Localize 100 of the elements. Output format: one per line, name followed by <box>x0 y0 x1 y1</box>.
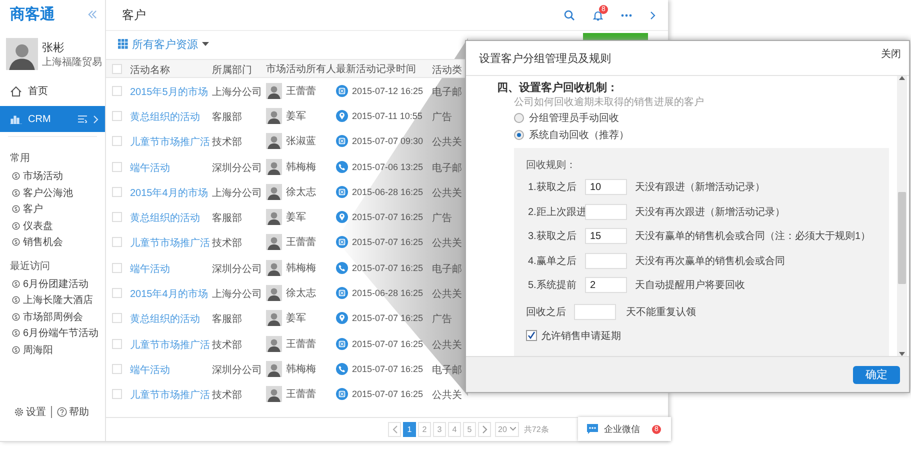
rule-label: 4.赢单之后 <box>527 254 578 268</box>
avatar-icon <box>266 310 282 326</box>
search-icon[interactable] <box>564 10 575 20</box>
sidebar-link[interactable]: 客户 <box>23 202 43 216</box>
sidebar-link[interactable]: 6月份端午节活动 <box>23 326 99 340</box>
sidebar-link[interactable]: 销售机会 <box>23 235 63 250</box>
avatar-icon <box>266 108 282 124</box>
table-cell: 2015-07-07 16:25 <box>352 364 424 374</box>
page-title: 客户 <box>122 6 147 24</box>
checkbox-label[interactable]: 允许销售申请延期 <box>541 328 621 342</box>
table-cell: 公共关 <box>432 289 462 300</box>
table-cell: 公共关 <box>432 340 462 351</box>
collapse-icon[interactable] <box>88 10 97 18</box>
bell-icon[interactable] <box>593 10 603 20</box>
table-cell-text: 姜军 <box>286 312 306 326</box>
table-cell: 2015-07-06 13:25 <box>352 162 424 172</box>
chevron-right-icon[interactable] <box>482 424 488 434</box>
hint-text: 公司如何回收逾期未取得的销售进展的客户 <box>513 96 705 109</box>
table-cell: 技术部 <box>212 390 242 402</box>
table-cell: 2015-07-07 16:25 <box>352 389 424 400</box>
avatar-icon <box>266 336 282 352</box>
radio-button[interactable] <box>514 112 524 122</box>
list-icon[interactable] <box>78 115 87 123</box>
column-header[interactable]: 所属部门 <box>212 64 252 76</box>
input-field[interactable]: 15 <box>585 228 627 244</box>
column-header[interactable]: 活动类 <box>432 64 462 76</box>
more-icon[interactable] <box>621 14 632 16</box>
rule-description: 天没有再次跟进（新增活动记录） <box>635 206 785 219</box>
footer-link[interactable]: 帮助 <box>69 405 89 419</box>
phone-icon <box>336 362 348 375</box>
avatar-icon <box>266 260 282 276</box>
chat-label[interactable]: 企业微信 <box>604 422 646 436</box>
table-cell-text: 韩梅梅 <box>286 362 316 376</box>
prev-page-button[interactable] <box>388 422 401 437</box>
section-title: 常用 <box>9 152 31 166</box>
close-link[interactable]: 关闭 <box>881 47 901 61</box>
input-field[interactable] <box>585 204 627 220</box>
sidebar-link[interactable]: 6月份团建活动 <box>23 276 89 291</box>
option-label[interactable]: 系统自动回收（推荐） <box>529 128 629 142</box>
table-cell-text: 徐太志 <box>286 186 316 199</box>
column-header[interactable]: 最新活动记录时间 <box>336 62 416 76</box>
table-cell: 技术部 <box>212 137 242 148</box>
input-field[interactable] <box>585 252 627 269</box>
input-field[interactable] <box>574 304 616 320</box>
settings-icon[interactable] <box>14 407 24 417</box>
sidebar-link[interactable]: 客户公海池 <box>23 186 73 200</box>
table-cell-text: 王蕾蕾 <box>286 338 316 351</box>
avatar-icon <box>266 285 282 302</box>
table-cell-text: 徐太志 <box>286 286 316 300</box>
mail-icon <box>336 287 348 300</box>
next-page-button[interactable] <box>478 422 491 437</box>
caret-icon[interactable] <box>202 42 209 46</box>
confirm-button[interactable]: 确定 <box>853 366 900 384</box>
chevron-right-icon[interactable] <box>650 10 656 20</box>
rules-title: 回收规则： <box>526 159 577 173</box>
bar-chart-icon <box>10 114 22 124</box>
help-icon[interactable] <box>57 407 67 417</box>
sidebar-link[interactable]: 上海长隆大酒店 <box>23 293 93 308</box>
input-field[interactable]: 2 <box>585 277 627 294</box>
chevron-left-icon[interactable] <box>392 424 398 434</box>
table-cell-text: 姜军 <box>286 110 306 123</box>
sidebar-link[interactable]: 仪表盘 <box>23 218 53 233</box>
company-name: 上海福隆贸易 <box>42 56 102 68</box>
sidebar-link[interactable]: 市场部周例会 <box>23 310 83 324</box>
avatar-icon <box>266 184 282 200</box>
circle-icon <box>12 238 20 246</box>
scroll-up-icon[interactable] <box>899 76 905 80</box>
footer-link[interactable]: 设置 <box>26 405 46 419</box>
table-cell: 公共关 <box>432 238 462 250</box>
radio-button[interactable] <box>514 130 524 140</box>
user-name: 张彬 <box>42 40 65 54</box>
checkmark-icon <box>527 331 536 340</box>
mail-icon <box>336 186 348 198</box>
column-header[interactable]: 市场活动所有人 <box>266 62 336 76</box>
table-cell: 公共关 <box>432 188 462 199</box>
table-cell-text: 王蕾蕾 <box>286 84 316 98</box>
nav-item[interactable]: CRM <box>0 106 105 132</box>
column-header[interactable]: 活动名称 <box>130 64 170 76</box>
table-cell: 2015-07-07 16:25 <box>352 262 424 273</box>
circle-icon <box>12 188 20 197</box>
app-logo[interactable]: 商客通 <box>10 4 55 24</box>
circle-icon <box>12 280 20 288</box>
option-label[interactable]: 分组管理员手动回收 <box>529 110 619 124</box>
sidebar-link[interactable]: 周海阳 <box>23 342 53 357</box>
table-cell: 深圳分公司 <box>212 162 262 174</box>
grid-icon[interactable] <box>118 39 128 49</box>
table-cell-text: 韩梅梅 <box>286 160 316 174</box>
nav-item[interactable]: 首页 <box>0 78 105 104</box>
input-field[interactable]: 10 <box>585 179 627 196</box>
scrollbar[interactable] <box>897 76 907 356</box>
chat-icon[interactable] <box>587 424 598 434</box>
sidebar-link[interactable]: 市场活动 <box>23 169 63 184</box>
rule-label: 1.获取之后 <box>527 180 578 194</box>
rule-description: 天没有跟进（新增活动记录） <box>635 180 765 194</box>
table-cell: 技术部 <box>212 340 242 351</box>
circle-icon <box>12 312 20 321</box>
rule-label: 5.系统提前 <box>527 278 578 292</box>
checkbox[interactable] <box>526 330 537 341</box>
table-cell: 上海分公司 <box>212 289 262 300</box>
house-icon <box>10 86 22 96</box>
